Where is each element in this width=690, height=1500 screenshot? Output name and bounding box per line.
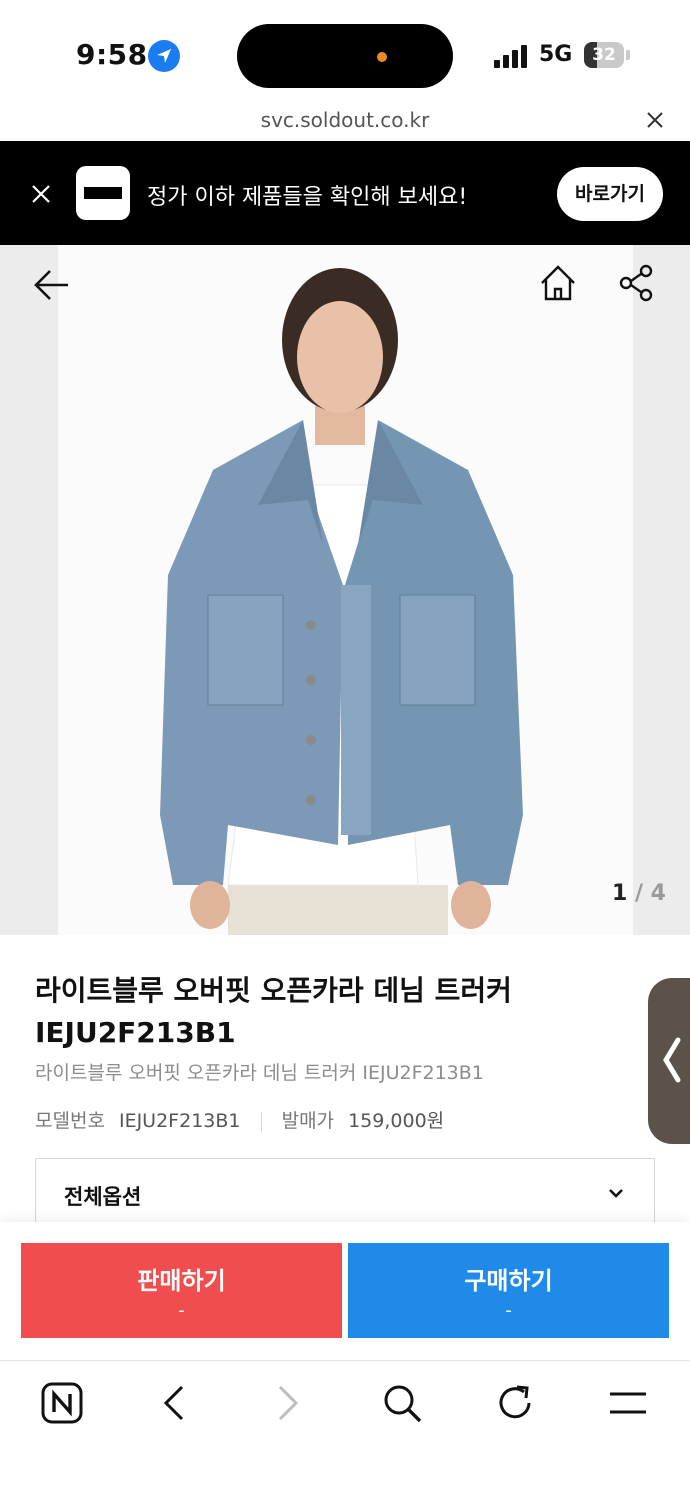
naver-icon[interactable] [40, 1381, 84, 1425]
product-subtitle: 라이트블루 오버핏 오픈카라 데님 트러커 IEJU2F213B1 [35, 1062, 484, 1084]
promo-banner: 정가 이하 제품들을 확인해 보세요! 바로가기 [0, 141, 690, 245]
pager-separator: / [627, 881, 651, 906]
promo-text: 정가 이하 제품들을 확인해 보세요! [147, 185, 468, 210]
pager-current: 1 [612, 881, 628, 906]
location-icon [148, 40, 180, 72]
model-number: IEJU2F213B1 [118, 1110, 241, 1132]
option-select-label: 전체옵션 [64, 1185, 142, 1209]
forward-icon[interactable] [266, 1381, 310, 1425]
signal-icon [494, 44, 530, 68]
url-text[interactable]: svc.soldout.co.kr [0, 108, 690, 132]
back-icon[interactable] [152, 1381, 196, 1425]
release-price: 159,000원 [348, 1110, 445, 1132]
battery-nub [626, 50, 630, 60]
release-price-label: 발매가 [281, 1110, 335, 1132]
dynamic-island [237, 24, 453, 88]
chevron-down-icon [606, 1183, 626, 1203]
back-arrow-icon[interactable] [32, 265, 72, 305]
close-icon[interactable] [644, 109, 666, 131]
sell-button-price: - [178, 1300, 185, 1321]
meta-divider [260, 1111, 262, 1132]
model-label: 모델번호 [35, 1110, 105, 1132]
action-bar: 판매하기 - 구매하기 - [0, 1222, 690, 1360]
status-time: 9:58 [76, 38, 148, 71]
status-bar: 9:58 5G 32 [0, 0, 690, 100]
buy-button-label: 구매하기 [464, 1267, 553, 1295]
product-title: 라이트블루 오버핏 오픈카라 데님 트러커 IEJU2F213B1 [35, 974, 512, 1049]
share-icon[interactable] [616, 263, 656, 303]
network-type: 5G [539, 42, 573, 67]
buy-button-price: - [505, 1300, 512, 1321]
browser-toolbar [0, 1360, 690, 1500]
image-pager: 1 / 4 [612, 881, 666, 906]
home-icon[interactable] [538, 263, 578, 303]
product-image[interactable] [58, 245, 633, 935]
promo-close-icon[interactable] [30, 183, 52, 205]
option-select[interactable]: 전체옵션 [35, 1158, 655, 1228]
app-logo [76, 166, 130, 220]
refresh-icon[interactable] [493, 1381, 537, 1425]
buy-button[interactable]: 구매하기 - [348, 1243, 669, 1338]
promo-go-button[interactable]: 바로가기 [557, 167, 663, 221]
product-gallery[interactable]: 1 / 4 [0, 245, 690, 935]
pager-total: 4 [650, 881, 666, 906]
sell-button[interactable]: 판매하기 - [21, 1243, 342, 1338]
side-handle-tab[interactable] [648, 978, 690, 1144]
battery-icon: 32 [584, 42, 624, 68]
url-bar[interactable]: svc.soldout.co.kr [0, 100, 690, 141]
battery-level: 32 [592, 45, 616, 65]
product-meta: 모델번호 IEJU2F213B1 발매가 159,000원 [35, 1106, 444, 1133]
search-icon[interactable] [380, 1381, 424, 1425]
recording-indicator [377, 52, 387, 62]
menu-icon[interactable] [606, 1381, 650, 1425]
sell-button-label: 판매하기 [137, 1267, 226, 1295]
